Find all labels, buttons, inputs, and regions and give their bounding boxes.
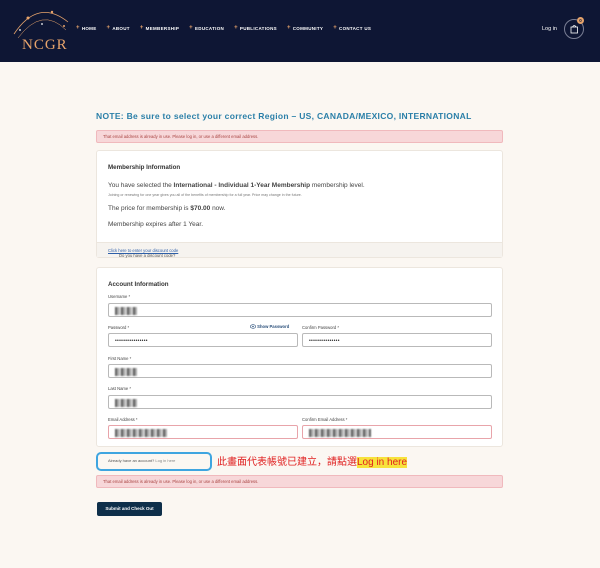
confirm-password-label: Confirm Password * xyxy=(302,325,340,330)
logo-text[interactable]: NCGR xyxy=(22,37,68,54)
login-link[interactable]: Log in xyxy=(542,26,557,32)
already-have-account: Already have an account? Log in here xyxy=(108,458,176,463)
login-here-link[interactable]: Log in here xyxy=(155,458,175,463)
nav-contact-us[interactable]: + CONTACT US xyxy=(333,25,371,31)
redacted-value xyxy=(115,399,137,407)
region-notice: NOTE: Be sure to select your correct Reg… xyxy=(96,111,472,121)
eye-icon xyxy=(249,324,257,329)
email-input[interactable] xyxy=(108,425,298,439)
first-name-label: First Name * xyxy=(108,356,132,361)
first-name-input[interactable] xyxy=(108,364,492,378)
nav-membership[interactable]: + MEMBERSHIP xyxy=(140,25,179,31)
nav-home[interactable]: + HOME xyxy=(76,25,97,31)
main-nav: + HOME + ABOUT + MEMBERSHIP + EDUCATION + PUB… xyxy=(76,25,371,31)
redacted-value xyxy=(115,307,137,315)
membership-level-text: You have selected the International - In… xyxy=(108,182,365,189)
nav-community[interactable]: + COMMUNITY xyxy=(287,25,323,31)
nav-publications[interactable]: + PUBLICATIONS xyxy=(234,25,277,31)
show-password-toggle[interactable]: Show Password xyxy=(249,324,289,329)
membership-price-text: The price for membership is $70.00 now. xyxy=(108,205,226,212)
email-in-use-alert: That email address is already in use. Pl… xyxy=(96,130,503,143)
last-name-label: Last Name * xyxy=(108,386,132,391)
membership-title: Membership Information xyxy=(108,164,181,171)
site-header: NCGR + HOME + ABOUT + MEMBERSHIP + EDUCATION… xyxy=(0,0,600,62)
membership-expiry-text: Membership expires after 1 Year. xyxy=(108,221,204,228)
last-name-input[interactable] xyxy=(108,395,492,409)
cart-count-badge: 0 xyxy=(577,17,584,24)
account-title: Account Information xyxy=(108,281,169,288)
submit-checkout-button[interactable]: Submit and Check Out xyxy=(97,502,162,516)
username-input[interactable] xyxy=(108,303,492,317)
confirm-password-input[interactable]: ••••••••••••••• xyxy=(302,333,492,347)
membership-fine-print: Joining or renewing for one year gives y… xyxy=(108,193,302,197)
nav-education[interactable]: + EDUCATION xyxy=(189,25,224,31)
redacted-value xyxy=(115,368,137,376)
confirm-email-label: Confirm Email Address * xyxy=(302,417,348,422)
membership-info-card: Membership Information You have selected… xyxy=(96,150,503,258)
discount-strip: Do you have a discount code? Click here … xyxy=(97,242,502,258)
password-input[interactable]: •••••••••••••••• xyxy=(108,333,298,347)
password-label: Password * xyxy=(108,325,130,330)
redacted-value xyxy=(115,429,167,437)
email-in-use-alert-bottom: That email address is already in use. Pl… xyxy=(96,475,503,488)
redacted-value xyxy=(309,429,371,437)
nav-about[interactable]: + ABOUT xyxy=(107,25,130,31)
annotation-note: 此畫面代表帳號已建立，請點選Log in here xyxy=(217,457,408,468)
username-label: Username * xyxy=(108,294,131,299)
account-info-card: Account Information xyxy=(96,267,503,447)
email-label: Email Address * xyxy=(108,417,138,422)
confirm-email-input[interactable] xyxy=(302,425,492,439)
